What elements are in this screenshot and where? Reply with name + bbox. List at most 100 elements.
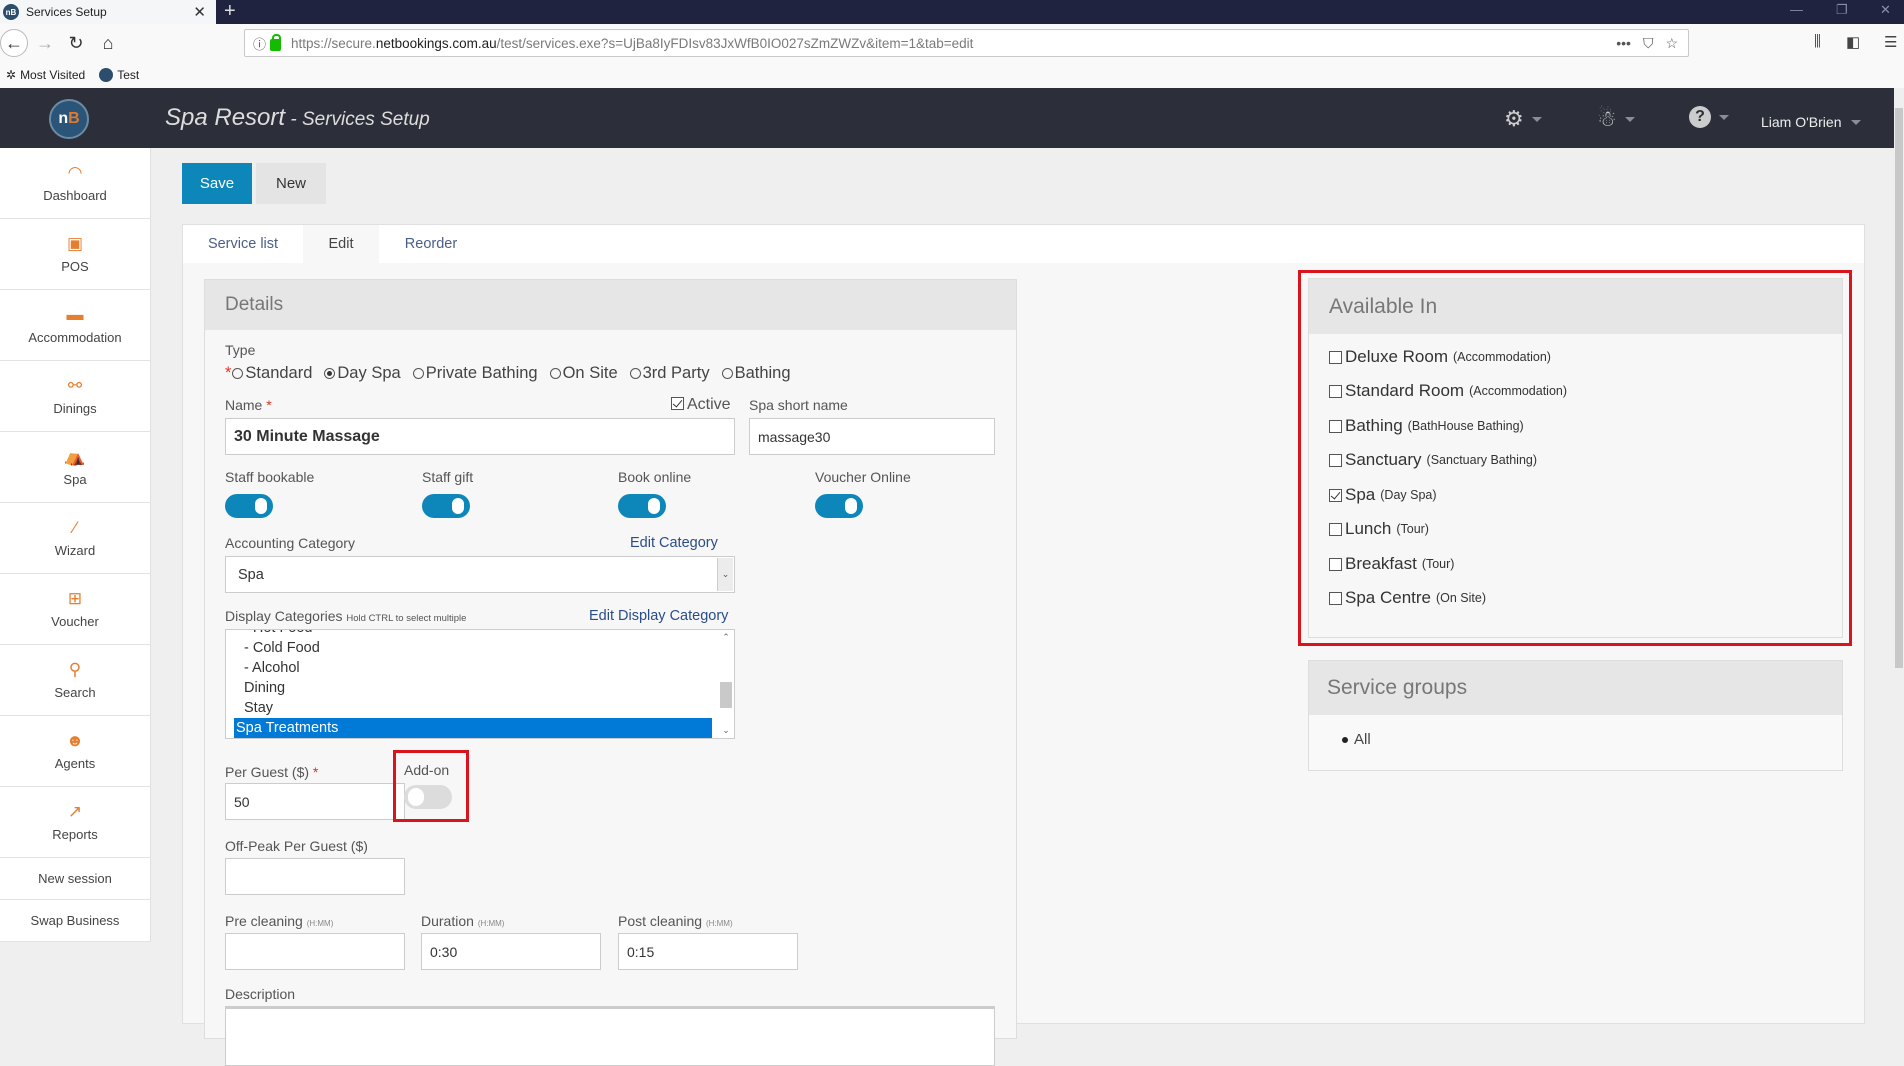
available-item-deluxe-room[interactable]: Deluxe Room (Accommodation)	[1329, 347, 1551, 367]
offpeak-input[interactable]	[225, 858, 405, 895]
radio-button[interactable]	[629, 368, 641, 379]
list-option[interactable]: - Cold Food	[234, 638, 712, 658]
type-radio-standard[interactable]: * Standard	[225, 364, 312, 383]
list-option[interactable]: Stay	[234, 698, 712, 718]
listbox-scrollbar[interactable]: ⌃ ⌄	[718, 630, 734, 738]
netbookings-logo[interactable]: nB	[49, 99, 89, 139]
post-cleaning-input[interactable]: 0:15	[618, 933, 798, 970]
pocket-icon[interactable]: ⛉	[1643, 35, 1654, 52]
scroll-down-icon[interactable]: ⌄	[718, 725, 734, 736]
sidebar-item-dinings[interactable]: ⚯ Dinings	[0, 361, 150, 432]
library-icon[interactable]: ⫼	[1814, 33, 1821, 50]
edit-display-category-link[interactable]: Edit Display Category	[589, 608, 728, 624]
sidebar-link-new-session[interactable]: New session	[0, 858, 150, 900]
home-icon[interactable]: ⌂	[95, 30, 121, 56]
radio-button[interactable]	[232, 368, 244, 379]
minimize-icon[interactable]: —	[1790, 2, 1803, 17]
available-item-spa[interactable]: Spa (Day Spa)	[1329, 485, 1437, 505]
bookmark-test[interactable]: Test	[99, 68, 139, 82]
list-option[interactable]: - Alcohol	[234, 658, 712, 678]
sidebar-item-reports[interactable]: ↗ Reports	[0, 787, 150, 858]
bookmark-star-icon[interactable]: ☆	[1665, 35, 1678, 52]
list-option[interactable]: - Hot Food	[234, 630, 712, 638]
type-radio-3rd-party[interactable]: 3rd Party	[629, 364, 710, 383]
checkbox[interactable]	[1329, 591, 1342, 605]
radio-button[interactable]	[324, 368, 336, 379]
radio-button[interactable]	[412, 368, 424, 379]
list-option[interactable]: Dining	[234, 678, 712, 698]
agent-menu[interactable]: ☃	[1597, 106, 1635, 132]
book-online-toggle[interactable]	[618, 494, 666, 518]
sidebar-item-spa[interactable]: ⛺ Spa	[0, 432, 150, 503]
restore-icon[interactable]: ❐	[1836, 2, 1848, 18]
checkbox[interactable]	[1329, 453, 1342, 467]
sidebar-link-swap-business[interactable]: Swap Business	[0, 900, 150, 942]
description-textarea[interactable]	[225, 1006, 995, 1066]
sidebar-item-agents[interactable]: ☻ Agents	[0, 716, 150, 787]
page-scrollbar[interactable]	[1894, 88, 1904, 1024]
sidebar-toggle-icon[interactable]: ◧	[1846, 33, 1860, 51]
sidebar-item-voucher[interactable]: ⊞ Voucher	[0, 574, 150, 645]
staff-bookable-toggle[interactable]	[225, 494, 273, 518]
type-radio-private-bathing[interactable]: Private Bathing	[412, 364, 538, 383]
type-radio-on-site[interactable]: On Site	[549, 364, 618, 383]
type-radio-bathing[interactable]: Bathing	[721, 364, 791, 383]
info-icon[interactable]: ⓘ	[253, 34, 266, 53]
addon-toggle[interactable]	[404, 785, 452, 809]
bookmark-most-visited[interactable]: ✲ Most Visited	[6, 68, 85, 82]
name-input[interactable]: 30 Minute Massage	[225, 418, 735, 455]
forward-arrow-icon[interactable]: →	[32, 30, 58, 56]
checkbox[interactable]	[1329, 384, 1342, 398]
short-name-input[interactable]: massage30	[749, 418, 995, 455]
available-item-breakfast[interactable]: Breakfast (Tour)	[1329, 554, 1454, 574]
menu-icon[interactable]: ☰	[1884, 33, 1897, 51]
chevron-down-icon[interactable]: ⌄	[717, 558, 733, 591]
type-radio-day-spa[interactable]: Day Spa	[324, 364, 401, 383]
scrollbar-thumb[interactable]	[720, 682, 732, 708]
list-option-selected[interactable]: Spa Treatments	[234, 718, 712, 738]
duration-input[interactable]: 0:30	[421, 933, 601, 970]
radio-button[interactable]	[549, 368, 561, 379]
tab-reorder[interactable]: Reorder	[379, 225, 483, 263]
available-item-bathing[interactable]: Bathing (BathHouse Bathing)	[1329, 416, 1524, 436]
sidebar-item-search[interactable]: ⚲ Search	[0, 645, 150, 716]
checkbox[interactable]	[1329, 522, 1342, 536]
checkbox[interactable]	[1329, 557, 1342, 571]
sidebar-item-wizard[interactable]: ⁄ Wizard	[0, 503, 150, 574]
url-text[interactable]: https://secure.netbookings.com.au/test/s…	[291, 36, 973, 51]
checkbox[interactable]	[1329, 350, 1342, 364]
new-tab-icon[interactable]: +	[224, 0, 244, 24]
available-item-sanctuary[interactable]: Sanctuary (Sanctuary Bathing)	[1329, 450, 1537, 470]
available-item-spa-centre[interactable]: Spa Centre (On Site)	[1329, 588, 1486, 608]
accounting-category-select[interactable]: Spa ⌄	[225, 556, 735, 593]
checkbox[interactable]	[671, 397, 684, 410]
url-bar[interactable]: ⓘ https://secure.netbookings.com.au/test…	[244, 29, 1689, 57]
more-actions-icon[interactable]: •••	[1616, 35, 1631, 52]
help-menu[interactable]: ?	[1689, 106, 1729, 128]
scrollbar-thumb[interactable]	[1895, 108, 1903, 668]
tab-edit[interactable]: Edit	[303, 225, 379, 263]
staff-gift-toggle[interactable]	[422, 494, 470, 518]
close-tab-icon[interactable]: ✕	[193, 3, 206, 21]
sidebar-item-dashboard[interactable]: ◠ Dashboard	[0, 148, 150, 219]
available-item-standard-room[interactable]: Standard Room (Accommodation)	[1329, 381, 1567, 401]
edit-category-link[interactable]: Edit Category	[630, 535, 718, 551]
sidebar-item-pos[interactable]: ▣ POS	[0, 219, 150, 290]
new-button[interactable]: New	[256, 163, 326, 204]
scroll-up-icon[interactable]: ⌃	[718, 632, 734, 643]
per-guest-input[interactable]: 50	[225, 783, 405, 820]
save-button[interactable]: Save	[182, 163, 252, 204]
user-menu[interactable]: Liam O'Brien	[1761, 114, 1862, 130]
checkbox-checked[interactable]	[1329, 488, 1342, 502]
settings-menu[interactable]: ⚙	[1504, 106, 1542, 132]
tab-service-list[interactable]: Service list	[183, 225, 303, 263]
sidebar-item-accommodation[interactable]: ▬ Accommodation	[0, 290, 150, 361]
checkbox[interactable]	[1329, 419, 1342, 433]
pre-cleaning-input[interactable]	[225, 933, 405, 970]
voucher-online-toggle[interactable]	[815, 494, 863, 518]
back-arrow-icon[interactable]: ←	[0, 29, 28, 57]
active-checkbox[interactable]: Active	[671, 396, 731, 414]
reload-icon[interactable]: ↻	[63, 30, 89, 56]
available-item-lunch[interactable]: Lunch (Tour)	[1329, 519, 1429, 539]
close-window-icon[interactable]: ✕	[1880, 2, 1891, 18]
